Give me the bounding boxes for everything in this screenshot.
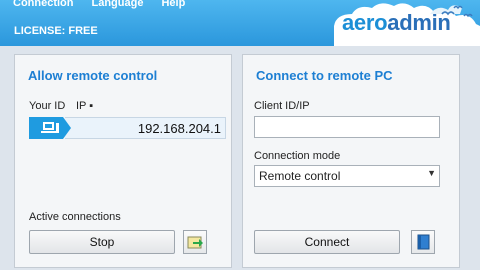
allow-remote-title: Allow remote control	[28, 68, 158, 83]
connect-remote-panel: Connect to remote PC Client ID/IP Connec…	[242, 54, 460, 268]
stop-button[interactable]: Stop	[29, 230, 175, 254]
connection-mode-label: Connection mode	[254, 150, 341, 162]
menu-help[interactable]: Help	[161, 0, 185, 10]
connection-mode-value: Remote control	[259, 169, 341, 183]
aeroadmin-logo: aeroadmin	[330, 0, 480, 46]
ip-value: 192.168.204.1	[137, 121, 221, 136]
id-display: 192.168.204.1	[29, 117, 226, 139]
ip-field[interactable]: 192.168.204.1	[65, 117, 226, 139]
connect-remote-title: Connect to remote PC	[256, 68, 393, 83]
ip-label: IP ▪	[76, 100, 94, 112]
your-id-label: Your ID	[29, 100, 66, 112]
client-id-label: Client ID/IP	[254, 100, 310, 112]
logo-text: aeroadmin	[342, 10, 451, 35]
menu-connection[interactable]: Connection	[13, 0, 74, 10]
computer-icon	[29, 117, 71, 139]
transfer-icon	[187, 236, 203, 249]
phonebook-icon	[417, 234, 430, 250]
license-label: LICENSE: FREE	[14, 25, 98, 37]
chevron-down-icon: ▼	[427, 168, 436, 178]
allow-remote-panel: Allow remote control Your ID IP ▪ 192.16…	[14, 54, 232, 268]
app-header: Connection Language Help LICENSE: FREE a…	[0, 0, 480, 46]
transfer-button[interactable]	[183, 230, 207, 254]
phonebook-button[interactable]	[411, 230, 435, 254]
client-id-input[interactable]	[254, 116, 440, 138]
menu-language[interactable]: Language	[92, 0, 144, 10]
connect-button[interactable]: Connect	[254, 230, 400, 254]
connection-mode-select[interactable]: Remote control ▼	[254, 165, 440, 187]
menu-bar: Connection Language Help	[0, 0, 189, 12]
active-connections-label: Active connections	[29, 211, 121, 223]
